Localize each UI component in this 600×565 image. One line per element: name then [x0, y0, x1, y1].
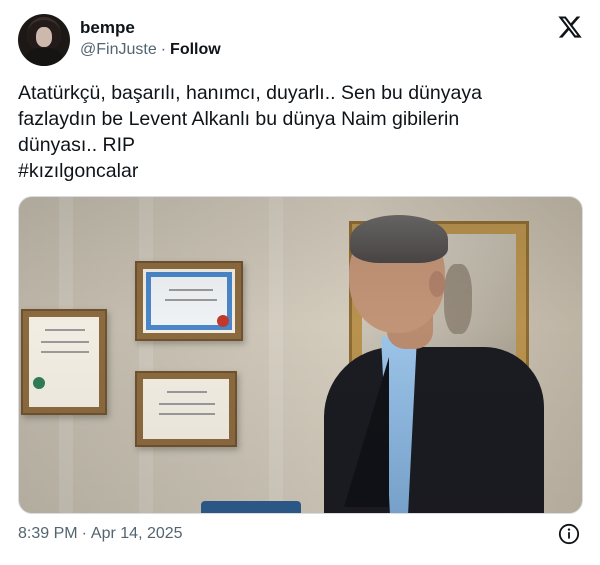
tweet-text-line: Atatürkçü, başarılı, hanımcı, duyarlı.. …: [18, 82, 482, 104]
media-video-thumbnail[interactable]: [18, 196, 583, 514]
tweet-timestamp[interactable]: 8:39 PM · Apr 14, 2025: [18, 525, 183, 543]
tweet-date: Apr 14, 2025: [90, 525, 183, 542]
avatar-face: [36, 27, 52, 47]
tweet-text: Atatürkçü, başarılı, hanımcı, duyarlı.. …: [18, 80, 584, 184]
tweet-text-line: fazlaydın be Levent Alkanlı bu dünya Nai…: [18, 108, 460, 130]
hashtag-link[interactable]: #kızılgoncalar: [18, 158, 584, 184]
tweet-time: 8:39 PM: [18, 525, 78, 542]
follow-button[interactable]: Follow: [170, 41, 221, 58]
author-avatar[interactable]: [18, 14, 70, 66]
author-handle[interactable]: @FinJuste: [80, 41, 157, 58]
avatar-body: [26, 48, 62, 66]
author-name[interactable]: bempe: [80, 18, 135, 38]
tweet-card: bempe @FinJuste · Follow Atatürkçü, başarı…: [0, 0, 600, 565]
info-icon[interactable]: [558, 523, 580, 545]
author-meta: @FinJuste · Follow: [80, 41, 221, 59]
x-logo-icon[interactable]: [557, 14, 583, 40]
timestamp-separator: ·: [81, 525, 87, 542]
tweet-text-line: dünyası.. RIP: [18, 134, 136, 156]
meta-separator: ·: [160, 41, 167, 58]
vignette: [19, 197, 582, 513]
